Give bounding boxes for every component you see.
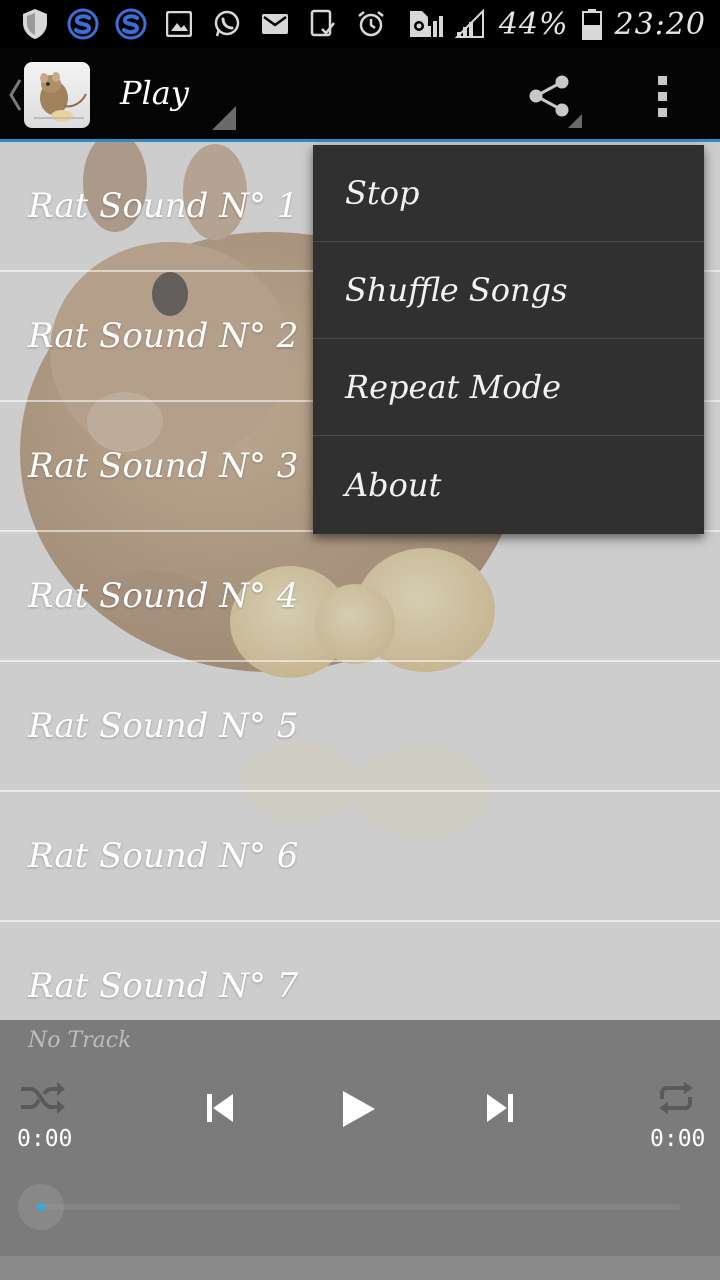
list-item[interactable]: Rat Sound N° 7 [0, 922, 720, 1020]
now-playing-label: No Track [28, 1028, 132, 1053]
signal-icon [417, 7, 451, 41]
gallery-icon [162, 7, 196, 41]
repeat-icon [659, 1082, 693, 1114]
shuffle-button[interactable] [18, 1076, 66, 1120]
back-chevron-icon[interactable] [8, 78, 22, 112]
list-item-label: Rat Sound N° 2 [28, 316, 299, 356]
duration-time: 0:00 [650, 1126, 706, 1152]
list-item[interactable]: Rat Sound N° 5 [0, 662, 720, 792]
clock: 23:20 [614, 6, 706, 42]
menu-item-stop[interactable]: Stop [313, 145, 704, 242]
status-bar: 44% 23:20 [0, 0, 720, 48]
list-item[interactable]: Rat Sound N° 6 [0, 792, 720, 922]
bottom-strip [0, 1256, 720, 1280]
app-logo-icon[interactable] [24, 62, 90, 128]
s-app-icon [114, 7, 148, 41]
list-item-label: Rat Sound N° 3 [28, 446, 299, 486]
previous-button[interactable] [198, 1086, 242, 1130]
tasks-icon [306, 7, 340, 41]
next-icon [487, 1094, 513, 1122]
screen-title[interactable]: Play [120, 74, 189, 112]
alarm-icon [354, 7, 388, 41]
menu-item-repeat-mode[interactable]: Repeat Mode [313, 339, 704, 436]
shield-icon [18, 7, 52, 41]
play-icon [343, 1091, 375, 1127]
battery-percent: 44% [498, 6, 569, 42]
battery-icon [581, 7, 603, 41]
shuffle-icon [21, 1082, 65, 1114]
list-item-label: Rat Sound N° 1 [28, 186, 299, 226]
overflow-menu-icon [658, 76, 667, 117]
overflow-menu-button[interactable] [640, 70, 686, 126]
elapsed-time: 0:00 [17, 1126, 73, 1152]
play-button[interactable] [334, 1084, 384, 1134]
list-item-label: Rat Sound N° 7 [28, 966, 299, 1006]
list-item-label: Rat Sound N° 4 [28, 576, 299, 616]
share-icon [529, 75, 582, 128]
menu-item-shuffle-songs[interactable]: Shuffle Songs [313, 242, 704, 339]
progress-track[interactable] [40, 1204, 680, 1210]
whatsapp-icon [210, 7, 244, 41]
dropdown-corner-icon [212, 106, 236, 130]
share-button[interactable] [524, 70, 586, 132]
list-item-label: Rat Sound N° 5 [28, 706, 299, 746]
player-panel: No Track 0:00 0:00 [0, 1020, 720, 1256]
previous-icon [207, 1094, 233, 1122]
action-bar: Play [0, 48, 720, 142]
gmail-icon [258, 7, 292, 41]
progress-thumb[interactable] [18, 1184, 64, 1230]
list-item-label: Rat Sound N° 6 [28, 836, 299, 876]
s-app-icon [66, 7, 100, 41]
repeat-button[interactable] [652, 1076, 700, 1120]
next-button[interactable] [478, 1086, 522, 1130]
overflow-menu: Stop Shuffle Songs Repeat Mode About [313, 145, 704, 534]
list-item[interactable]: Rat Sound N° 4 [0, 532, 720, 662]
signal-icon [453, 7, 487, 41]
menu-item-about[interactable]: About [313, 436, 704, 533]
